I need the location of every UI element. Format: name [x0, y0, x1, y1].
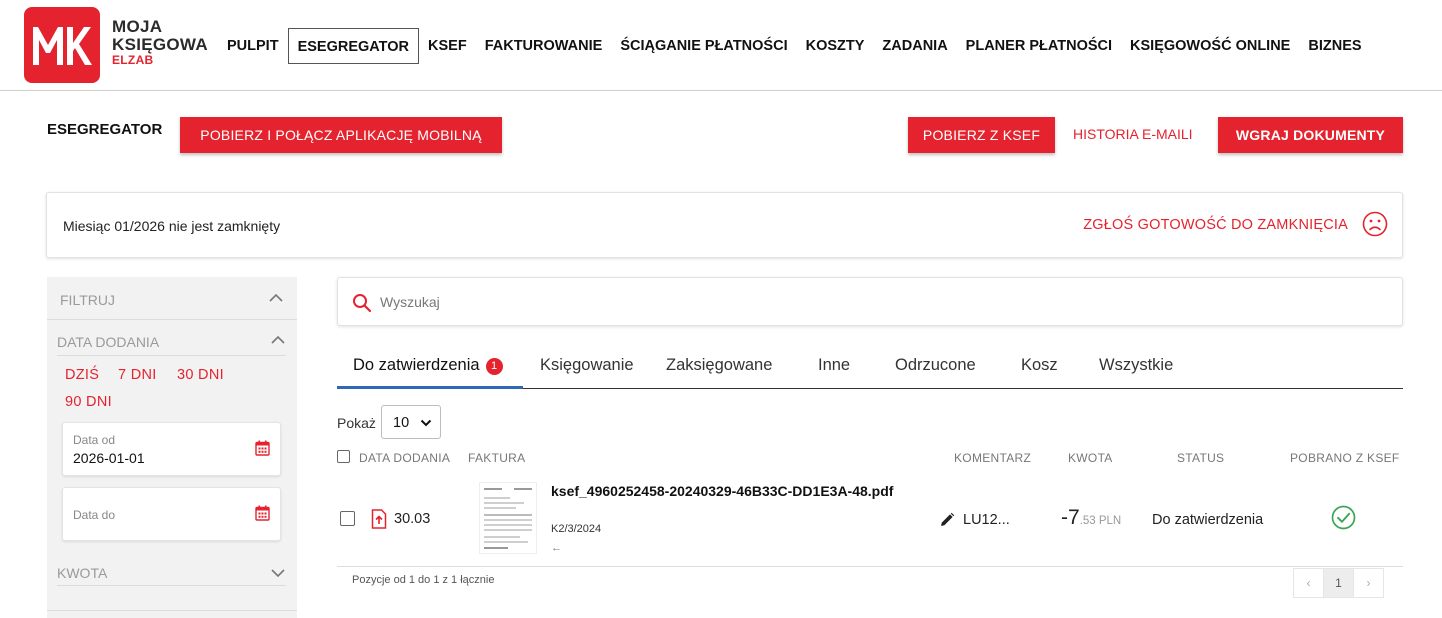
top-navigation-bar: MOJA KSIĘGOWA ELZAB PULPIT ESEGREGATOR K… — [0, 0, 1442, 91]
check-circle-icon — [1331, 505, 1356, 530]
nav-ksiegowosc-online[interactable]: KSIĘGOWOŚĆ ONLINE — [1121, 28, 1299, 64]
brand-line-2: KSIĘGOWA — [112, 35, 208, 54]
search-bar — [337, 277, 1403, 326]
page-size-label: Pokaż — [337, 415, 376, 431]
quick-filter-90-days[interactable]: 90 DNI — [65, 394, 112, 410]
amount-integer: -7 — [1061, 506, 1080, 529]
nav-biznes[interactable]: BIZNES — [1299, 28, 1370, 64]
brand-line-3: ELZAB — [112, 53, 154, 67]
status-tabs: Do zatwierdzenia 1 Księgowanie Zaksięgowa… — [337, 344, 1403, 389]
nav-zadania[interactable]: ZADANIA — [873, 28, 956, 64]
ksef-download-button[interactable]: POBIERZ Z KSEF — [908, 117, 1055, 153]
chevron-up-icon[interactable] — [268, 293, 284, 303]
row-comment[interactable]: LU12... — [963, 512, 1010, 528]
month-status-text: Miesiąc 01/2026 nie jest zamknięty — [63, 218, 281, 234]
page-size-value: 10 — [393, 415, 410, 431]
chevron-up-icon[interactable] — [270, 335, 286, 345]
chevron-down-icon[interactable] — [270, 568, 286, 578]
tab-ksiegowanie[interactable]: Księgowanie — [540, 356, 634, 375]
invoice-filename[interactable]: ksef_4960252458-20240329-46B33C-DD1E3A-4… — [551, 483, 893, 499]
amount-section-label[interactable]: KWOTA — [57, 565, 107, 581]
select-all-checkbox[interactable] — [337, 450, 350, 463]
divider — [47, 610, 297, 611]
mobile-app-button[interactable]: POBIERZ I POŁĄCZ APLIKACJĘ MOBILNĄ — [180, 117, 502, 153]
quick-filter-7-days[interactable]: 7 DNI — [118, 367, 157, 383]
column-header-amount[interactable]: KWOTA — [1068, 451, 1113, 465]
nav-esegregator[interactable]: ESEGREGATOR — [287, 28, 420, 64]
quick-filter-30-days[interactable]: 30 DNI — [177, 367, 224, 383]
nav-sciaganie-platnosci[interactable]: ŚCIĄGANIE PŁATNOŚCI — [611, 28, 796, 64]
filter-title: FILTRUJ — [60, 292, 115, 308]
search-icon — [353, 294, 372, 313]
page-size-select[interactable]: 10 — [381, 405, 441, 439]
back-arrow-icon: ← — [551, 542, 562, 554]
row-checkbox[interactable] — [340, 511, 355, 526]
tab-do-zatwierdzenia[interactable]: Do zatwierdzenia 1 — [353, 356, 503, 375]
page-title: ESEGREGATOR — [47, 121, 163, 138]
row-date: 30.03 — [394, 511, 431, 527]
amount-decimal: .53 PLN — [1079, 515, 1122, 527]
sad-face-icon[interactable] — [1362, 211, 1388, 237]
month-status-card: Miesiąc 01/2026 nie jest zamknięty ZGŁOŚ… — [46, 192, 1403, 258]
report-close-readiness-link[interactable]: ZGŁOŚ GOTOWOŚĆ DO ZAMKNIĘCIA — [1083, 217, 1348, 233]
tab-inne[interactable]: Inne — [818, 356, 850, 375]
main-nav: PULPIT ESEGREGATOR KSEF FAKTUROWANIE ŚCI… — [218, 28, 1371, 64]
column-header-invoice[interactable]: FAKTURA — [468, 451, 525, 465]
column-header-status[interactable]: STATUS — [1177, 451, 1224, 465]
prev-page-button[interactable]: ‹ — [1293, 568, 1324, 598]
tab-label: Do zatwierdzenia — [353, 356, 480, 374]
quick-filter-today[interactable]: DZIŚ — [65, 367, 99, 383]
column-header-date[interactable]: DATA DODANIA — [359, 451, 450, 465]
column-header-ksef[interactable]: POBRANO Z KSEF — [1290, 451, 1400, 465]
date-from-value[interactable]: 2026-01-01 — [73, 450, 145, 466]
tab-zaksiegowane[interactable]: Zaksięgowane — [666, 356, 772, 375]
upload-file-icon — [371, 509, 387, 529]
search-input[interactable] — [380, 288, 1380, 316]
date-to-label: Data do — [73, 508, 116, 522]
nav-koszty[interactable]: KOSZTY — [797, 28, 874, 64]
tab-kosz[interactable]: Kosz — [1021, 356, 1058, 375]
filter-header[interactable]: FILTRUJ — [47, 277, 297, 320]
calendar-icon[interactable] — [255, 505, 270, 521]
tab-odrzucone[interactable]: Odrzucone — [895, 356, 976, 375]
page-number-1[interactable]: 1 — [1323, 568, 1354, 598]
divider — [57, 585, 286, 586]
row-status: Do zatwierdzenia — [1152, 512, 1264, 528]
invoice-thumbnail[interactable] — [479, 482, 537, 554]
edit-pencil-icon[interactable] — [939, 512, 955, 528]
row-divider — [337, 566, 1403, 567]
tab-wszystkie[interactable]: Wszystkie — [1099, 356, 1173, 375]
brand-line-1: MOJA — [112, 17, 163, 36]
email-history-link[interactable]: HISTORIA E-MAILI — [1073, 126, 1193, 142]
divider — [57, 355, 286, 356]
column-header-comment[interactable]: KOMENTARZ — [954, 451, 1031, 465]
date-to-field[interactable]: Data do — [62, 487, 281, 541]
pagination-info: Pozycje od 1 do 1 z 1 łącznie — [352, 574, 495, 586]
nav-fakturowanie[interactable]: FAKTUROWANIE — [476, 28, 612, 64]
date-from-label: Data od — [73, 433, 116, 447]
calendar-icon[interactable] — [255, 440, 270, 456]
date-from-field[interactable]: Data od 2026-01-01 — [62, 422, 281, 476]
nav-pulpit[interactable]: PULPIT — [218, 28, 288, 64]
active-tab-indicator — [337, 386, 523, 389]
logo-icon[interactable] — [24, 7, 100, 83]
date-added-section-label[interactable]: DATA DODANIA — [57, 334, 159, 350]
row-amount: -7.53 PLN — [1061, 506, 1121, 530]
nav-planer-platnosci[interactable]: PLANER PŁATNOŚCI — [957, 28, 1121, 64]
count-badge: 1 — [485, 358, 503, 375]
chevron-down-icon — [420, 419, 432, 427]
next-page-button[interactable]: › — [1353, 568, 1384, 598]
filter-sidebar: FILTRUJ DATA DODANIA DZIŚ 7 DNI 30 DNI 9… — [47, 277, 297, 618]
invoice-number: K2/3/2024 — [551, 523, 602, 535]
brand-name: MOJA KSIĘGOWA ELZAB — [112, 18, 208, 67]
nav-ksef[interactable]: KSEF — [419, 28, 476, 64]
upload-documents-button[interactable]: WGRAJ DOKUMENTY — [1218, 117, 1403, 153]
pagination: ‹ 1 › — [1293, 568, 1384, 598]
